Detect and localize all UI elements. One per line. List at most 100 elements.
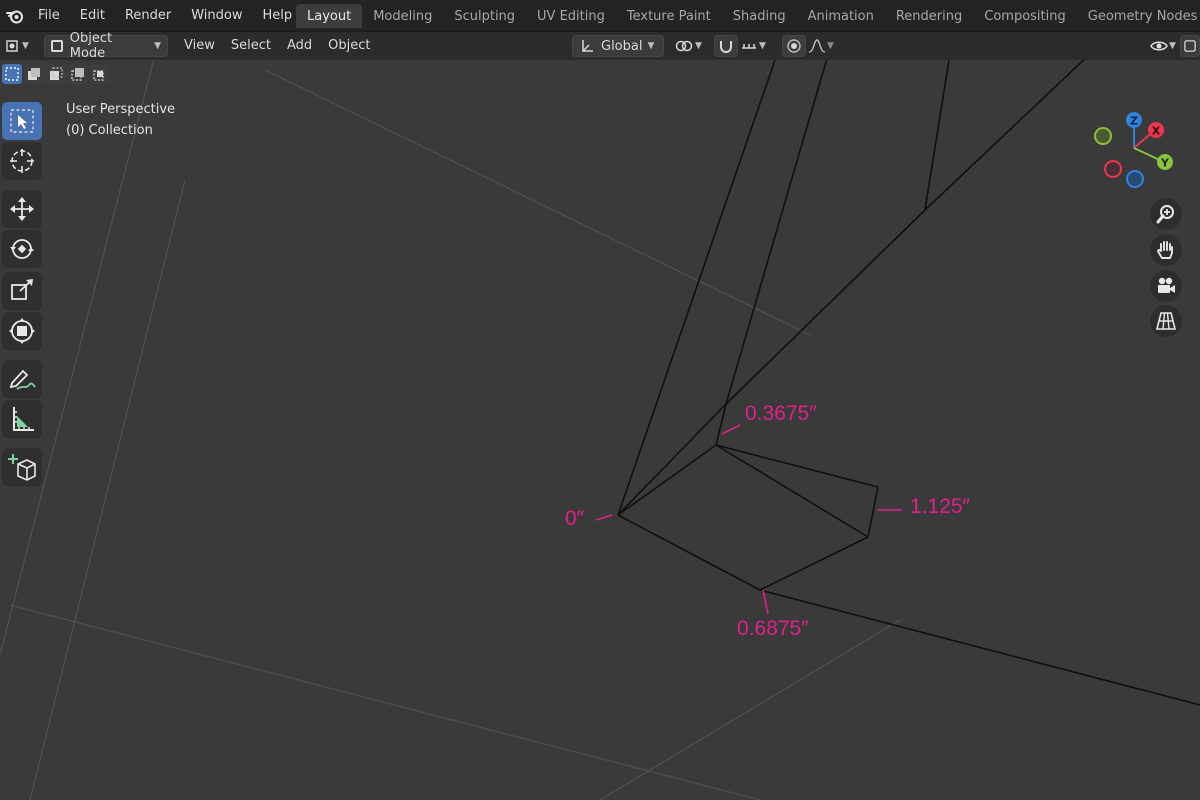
chevron-down-icon: ▼	[759, 41, 766, 51]
gizmo-y-label: Y	[1160, 157, 1170, 170]
gizmo-x-label: X	[1152, 125, 1161, 138]
tab-layout[interactable]: Layout	[296, 4, 363, 28]
pivot-point-dropdown[interactable]: ▼	[674, 35, 710, 57]
select-invert-button[interactable]	[68, 64, 88, 84]
select-extend-icon	[28, 68, 40, 80]
editor-type-icon	[6, 40, 18, 52]
viewport-grid	[0, 54, 901, 800]
zoom-magnifier-icon	[1156, 205, 1174, 224]
tab-geometry-nodes[interactable]: Geometry Nodes	[1077, 4, 1200, 28]
gizmo-neg-y-handle[interactable]	[1094, 127, 1112, 145]
viewport-header: ▼ Object Mode ▼ View Select Add Object G…	[0, 31, 1200, 61]
rotate-icon	[10, 239, 34, 259]
snap-toggle[interactable]	[714, 35, 738, 57]
eye-icon	[1150, 41, 1168, 51]
tool-rotate[interactable]	[2, 230, 42, 268]
chevron-down-icon: ▼	[695, 41, 702, 51]
annotate-pencil-icon	[9, 369, 36, 390]
menu-window[interactable]: Window	[181, 0, 252, 32]
snap-increment-icon	[742, 44, 756, 49]
viewport-canvas[interactable]	[0, 0, 1200, 800]
falloff-curve-icon	[808, 39, 826, 53]
select-new-icon	[5, 67, 19, 81]
zoom-button[interactable]	[1150, 198, 1182, 230]
tool-transform[interactable]	[2, 312, 42, 350]
transform-icon	[9, 318, 35, 344]
tab-compositing[interactable]: Compositing	[973, 4, 1077, 28]
collection-label: (0) Collection	[66, 123, 153, 138]
overlays-toggle[interactable]	[1180, 35, 1200, 57]
visibility-dropdown[interactable]: ▼	[1150, 35, 1178, 57]
header-menu-select[interactable]: Select	[223, 32, 279, 60]
tab-sculpting[interactable]: Sculpting	[443, 4, 526, 28]
tool-measure[interactable]	[2, 400, 42, 438]
top-menubar: File Edit Render Window Help Layout Mode…	[0, 0, 1200, 32]
pivot-link-icon	[675, 40, 693, 52]
select-subtract-button[interactable]	[46, 64, 66, 84]
camera-view-button[interactable]	[1150, 270, 1182, 302]
falloff-dropdown[interactable]: ▼	[808, 35, 842, 57]
select-subtract-icon	[50, 67, 63, 80]
workspace-tabs: Layout Modeling Sculpting UV Editing Tex…	[296, 4, 1200, 28]
menu-render[interactable]: Render	[115, 0, 181, 32]
menu-help[interactable]: Help	[253, 0, 303, 32]
editor-type-button[interactable]: ▼	[4, 35, 36, 57]
tool-move[interactable]	[2, 190, 42, 228]
tab-shading[interactable]: Shading	[722, 4, 797, 28]
select-intersect-button[interactable]	[90, 64, 110, 84]
proportional-editing-toggle[interactable]	[782, 35, 806, 57]
menu-edit[interactable]: Edit	[70, 0, 115, 32]
tool-select-box[interactable]	[2, 102, 42, 140]
cursor-arrow-icon	[10, 109, 34, 133]
header-menu-view[interactable]: View	[176, 32, 223, 60]
measure-ruler-icon	[13, 407, 34, 431]
perspective-grid-icon	[1155, 312, 1177, 330]
perspective-toggle-button[interactable]	[1150, 305, 1182, 337]
orientation-label: Global	[601, 38, 643, 54]
select-invert-icon	[71, 68, 84, 81]
select-extend-button[interactable]	[24, 64, 44, 84]
3d-cursor-icon	[10, 149, 34, 173]
magnet-icon	[720, 41, 732, 53]
snap-target-dropdown[interactable]: ▼	[740, 35, 776, 57]
orientation-axes-icon	[582, 40, 593, 52]
navigation-gizmo[interactable]: Z X Y	[1090, 108, 1180, 198]
tab-uv-editing[interactable]: UV Editing	[526, 4, 616, 28]
tab-texture-paint[interactable]: Texture Paint	[616, 4, 722, 28]
chevron-down-icon: ▼	[1169, 41, 1176, 51]
tool-cursor[interactable]	[2, 142, 42, 180]
dimension-label-top: 0.3675″	[745, 402, 817, 425]
tool-add-cube[interactable]	[2, 448, 42, 486]
overlays-icon	[1184, 40, 1196, 52]
header-menu-add[interactable]: Add	[279, 32, 320, 60]
chevron-down-icon: ▼	[647, 41, 655, 51]
dimension-label-bottom: 0.6875″	[737, 617, 809, 640]
menu-file[interactable]: File	[28, 0, 70, 32]
selection-mode-group	[0, 64, 110, 86]
pan-button[interactable]	[1150, 234, 1182, 266]
proportional-editing-icon	[787, 39, 801, 53]
chevron-down-icon: ▼	[827, 41, 834, 51]
move-arrows-icon	[10, 197, 34, 221]
select-new-button[interactable]	[2, 64, 22, 84]
tool-scale[interactable]	[2, 272, 42, 310]
header-menu-object[interactable]: Object	[320, 32, 378, 60]
camera-icon	[1158, 277, 1175, 293]
add-cube-icon	[8, 454, 36, 481]
gizmo-neg-z-handle[interactable]	[1126, 170, 1144, 188]
tab-modeling[interactable]: Modeling	[362, 4, 443, 28]
tab-rendering[interactable]: Rendering	[885, 4, 973, 28]
transform-orientation-dropdown[interactable]: Global ▼	[572, 35, 664, 57]
dimension-label-origin: 0″	[565, 507, 585, 530]
scale-icon	[11, 279, 33, 300]
select-intersect-icon	[93, 70, 104, 81]
dimension-label-right: 1.125″	[910, 495, 970, 518]
tool-annotate[interactable]	[2, 360, 42, 398]
gizmo-z-label: Z	[1130, 115, 1138, 128]
mode-dropdown[interactable]: Object Mode ▼	[44, 31, 168, 61]
chevron-down-icon: ▼	[154, 41, 161, 51]
tab-animation[interactable]: Animation	[797, 4, 885, 28]
mode-label: Object Mode	[69, 31, 113, 61]
blender-logo-icon[interactable]	[2, 0, 28, 32]
gizmo-neg-x-handle[interactable]	[1104, 160, 1122, 178]
